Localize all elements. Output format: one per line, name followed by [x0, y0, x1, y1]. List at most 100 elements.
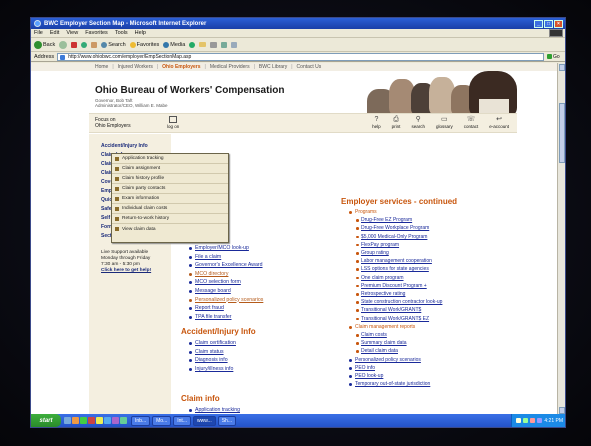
quick-launch-icon[interactable]: [72, 417, 79, 424]
nav-medical-providers[interactable]: Medical Providers: [210, 64, 250, 70]
program-link[interactable]: $5,000 Medical-Only Program: [349, 233, 442, 241]
list-item[interactable]: Employer/MCO look-up: [189, 244, 263, 253]
start-button[interactable]: start: [31, 414, 61, 427]
menu-view[interactable]: View: [66, 30, 78, 36]
list-item[interactable]: Injury/illness info: [189, 365, 236, 374]
quick-launch-icon[interactable]: [104, 417, 111, 424]
flyout-item[interactable]: Individual claim costs: [112, 204, 228, 214]
list-item[interactable]: PEO info: [349, 364, 442, 372]
program-link[interactable]: LSS options for state agencies: [349, 265, 442, 273]
contact-button[interactable]: ☏ contact: [464, 116, 479, 129]
flyout-item[interactable]: View claim data: [112, 224, 228, 234]
quick-launch-icon[interactable]: [120, 417, 127, 424]
search-button[interactable]: Search: [101, 41, 126, 48]
tray-icon[interactable]: [516, 418, 522, 423]
sidebar-item-accident-injury[interactable]: Accident/Injury Info: [101, 143, 148, 149]
media-button[interactable]: Media: [163, 41, 185, 48]
task-button[interactable]: Sh...: [217, 415, 237, 426]
print-page-button[interactable]: ⎙ print: [392, 116, 401, 129]
list-item[interactable]: Claim status: [189, 348, 236, 357]
edit-button[interactable]: [221, 41, 228, 48]
list-item[interactable]: Personalized policy scenarios: [189, 296, 263, 305]
glossary-button[interactable]: ▭ glossary: [436, 116, 453, 129]
nav-home[interactable]: Home: [95, 64, 108, 70]
list-item[interactable]: TPA file transfer: [189, 313, 263, 322]
flyout-item[interactable]: Return-to-work history: [112, 214, 228, 224]
refresh-button[interactable]: [81, 41, 88, 48]
report-link[interactable]: Detail claim data: [349, 347, 442, 355]
quick-launch-icon[interactable]: [96, 417, 103, 424]
go-button[interactable]: Go: [547, 54, 565, 60]
flyout-item[interactable]: Exam information: [112, 194, 228, 204]
list-item[interactable]: Personalized policy scenarios: [349, 356, 442, 364]
flyout-item[interactable]: Claim history profile: [112, 174, 228, 184]
quick-launch-icon[interactable]: [64, 417, 71, 424]
mail-button[interactable]: [199, 42, 207, 47]
forward-button[interactable]: [59, 40, 68, 49]
program-link[interactable]: State construction contractor look-up: [349, 298, 442, 306]
report-link[interactable]: Summary claim data: [349, 339, 442, 347]
tray-icon[interactable]: [523, 418, 529, 423]
e-account-button[interactable]: ↩ e-account: [489, 116, 509, 129]
program-link[interactable]: Drug-Free EZ Program: [349, 216, 442, 224]
claim-reports-label[interactable]: Claim management reports: [349, 323, 442, 331]
list-item[interactable]: Message board: [189, 287, 263, 296]
discuss-button[interactable]: [231, 41, 238, 48]
scroll-thumb[interactable]: [559, 103, 565, 163]
list-item[interactable]: Report fraud: [189, 304, 263, 313]
list-item[interactable]: Governor's Excellence Award: [189, 261, 263, 270]
minimize-button[interactable]: _: [534, 19, 543, 28]
nav-bwc-library[interactable]: BWC Library: [259, 64, 287, 70]
programs-label[interactable]: Programs: [349, 208, 442, 216]
program-link[interactable]: Labor management cooperation: [349, 257, 442, 265]
history-button[interactable]: [189, 41, 196, 48]
task-button[interactable]: Int...: [173, 415, 191, 426]
quick-launch-icon[interactable]: [88, 417, 95, 424]
program-link[interactable]: Retrospective rating: [349, 290, 442, 298]
task-button[interactable]: Mo...: [152, 415, 172, 426]
menu-favorites[interactable]: Favorites: [85, 30, 108, 36]
stop-button[interactable]: [71, 41, 78, 48]
vertical-scrollbar[interactable]: [557, 63, 565, 415]
list-item[interactable]: File a claim: [189, 253, 263, 262]
home-button[interactable]: [91, 41, 98, 48]
list-item[interactable]: Diagnosis info: [189, 356, 236, 365]
close-button[interactable]: ×: [554, 19, 563, 28]
program-link[interactable]: Transitional Work/GRANT$: [349, 306, 442, 314]
print-button[interactable]: [210, 41, 218, 48]
task-button[interactable]: www...: [192, 415, 216, 426]
list-item[interactable]: MCO selection form: [189, 278, 263, 287]
nav-ohio-employers[interactable]: Ohio Employers: [162, 64, 200, 70]
program-link[interactable]: Transitional Work/GRANT$ EZ: [349, 315, 442, 323]
list-item[interactable]: Claim certification: [189, 339, 236, 348]
back-button[interactable]: Back: [34, 40, 55, 49]
menu-help[interactable]: Help: [135, 30, 146, 36]
nav-contact-us[interactable]: Contact Us: [297, 64, 322, 70]
flyout-item[interactable]: Claim assignment: [112, 164, 228, 174]
quick-launch-icon[interactable]: [112, 417, 119, 424]
get-help-link[interactable]: Click here to get help!: [101, 268, 151, 273]
scroll-down-arrow[interactable]: [559, 407, 565, 414]
program-link[interactable]: Drug-Free Workplace Program: [349, 224, 442, 232]
menu-edit[interactable]: Edit: [50, 30, 59, 36]
menu-file[interactable]: File: [34, 30, 43, 36]
site-search-button[interactable]: ⚲ search: [411, 116, 425, 129]
list-item[interactable]: PEO look-up: [349, 372, 442, 380]
maximize-button[interactable]: □: [544, 19, 553, 28]
program-link[interactable]: One claim program: [349, 274, 442, 282]
log-on-button[interactable]: log on: [167, 116, 179, 129]
help-button[interactable]: ? help: [372, 116, 381, 129]
tray-icon[interactable]: [537, 418, 543, 423]
scroll-up-arrow[interactable]: [559, 64, 565, 71]
program-link[interactable]: FlexPay program: [349, 241, 442, 249]
tray-icon[interactable]: [530, 418, 536, 423]
favorites-button[interactable]: Favorites: [129, 41, 159, 48]
list-item[interactable]: MCO directory: [189, 270, 263, 279]
list-item[interactable]: Temporary out-of-state jurisdiction: [349, 380, 442, 388]
program-link[interactable]: Group rating: [349, 249, 442, 257]
quick-launch-icon[interactable]: [80, 417, 87, 424]
program-link[interactable]: Premium Discount Program +: [349, 282, 442, 290]
task-button[interactable]: Inb...: [131, 415, 151, 426]
menu-tools[interactable]: Tools: [115, 30, 128, 36]
report-link[interactable]: Claim costs: [349, 331, 442, 339]
